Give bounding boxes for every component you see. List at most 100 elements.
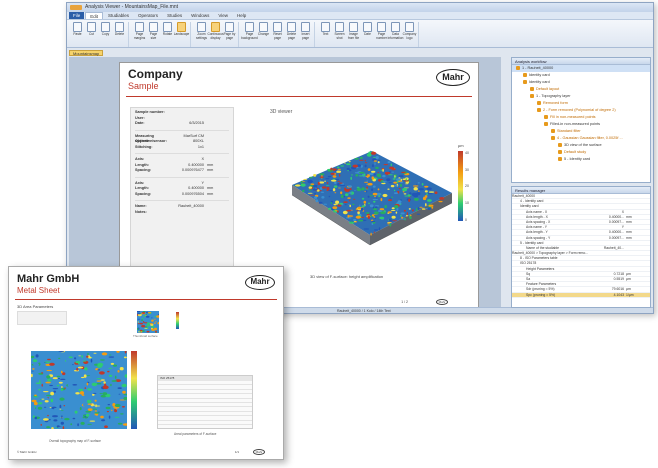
tree-item[interactable]: 3D view of the surface	[512, 142, 650, 149]
texture-blob	[35, 382, 42, 384]
menu-studies[interactable]: Studies	[163, 12, 186, 19]
texture-blob	[336, 166, 340, 169]
document-tab[interactable]: Mountainsmap	[69, 50, 104, 56]
colorbar-tick: 40	[465, 151, 469, 155]
texture-blob	[374, 162, 376, 166]
texture-blob	[377, 171, 380, 173]
texture-blob	[47, 379, 52, 382]
texture-blob	[70, 423, 73, 426]
tree-item[interactable]: 4 - Gaussian Gaussian filter, 0.0025f ..…	[512, 135, 650, 142]
image-from-file-button[interactable]: Image from file	[347, 22, 360, 47]
texture-blob	[359, 204, 361, 206]
texture-blob	[58, 381, 63, 384]
image-icon	[349, 22, 358, 32]
insert-page-button[interactable]: Insert page	[299, 22, 312, 47]
result-value: 0.00097...	[608, 219, 624, 224]
texture-blob	[387, 188, 390, 190]
company-logo-button[interactable]: Company logo	[403, 22, 416, 47]
workflow-tree[interactable]: 1 - Rauheit_40000 Identity card Identity c…	[512, 65, 650, 163]
tree-item[interactable]: 2 - Form removed (Polynomial of degree 2…	[512, 107, 650, 114]
texture-blob	[335, 178, 339, 181]
title-bar: Analysis Viewer - MountainsMap_File.mnt	[67, 3, 653, 12]
cut-button[interactable]: Cut	[85, 22, 98, 47]
texture-blob	[387, 211, 392, 214]
landscape-button[interactable]: Landscape	[174, 22, 189, 47]
texture-blob	[348, 161, 351, 163]
texture-blob	[394, 205, 399, 209]
tree-item[interactable]: Fill in non-measured points	[512, 114, 650, 121]
result-value: 4.1043	[613, 292, 624, 297]
reset-page-button[interactable]: Reset page	[271, 22, 284, 47]
texture-blob	[72, 417, 76, 420]
results-list[interactable]: Rauheit_40000 4 - Identity card Identity c…	[512, 194, 650, 298]
texture-blob	[72, 384, 78, 386]
mahr-logo: Mahr	[245, 275, 275, 290]
texture-blob	[346, 163, 351, 166]
texture-blob	[343, 201, 348, 203]
texture-blob	[422, 195, 425, 197]
texture-blob	[375, 197, 378, 199]
menu-edit[interactable]: Edit	[85, 12, 104, 19]
tree-item[interactable]: Identity card	[512, 72, 650, 79]
delete-page-button[interactable]: Delete page	[285, 22, 298, 47]
tree-item[interactable]: Filled-in non-measured points	[512, 121, 650, 128]
footer-logo: Mahr	[253, 449, 265, 455]
tree-item[interactable]: Default layout	[512, 86, 650, 93]
texture-blob	[61, 415, 63, 419]
texture-blob	[64, 417, 70, 421]
texture-blob	[338, 182, 343, 184]
tree-item-label: Identity card	[529, 73, 550, 77]
texture-blob	[99, 393, 103, 395]
tree-item[interactable]: 1 - Topography layer	[512, 93, 650, 100]
node-icon	[523, 80, 527, 84]
delete-button[interactable]: Delete	[113, 22, 126, 47]
result-row[interactable]: Spc (pruning = 5%) 4.1043 1/µm	[512, 292, 650, 298]
rotate-button[interactable]: Rotate	[161, 22, 174, 47]
parameters-table: ISO 25178	[157, 375, 253, 429]
menu-studiables[interactable]: Studiables	[104, 12, 133, 19]
paste-button[interactable]: Paste	[71, 22, 84, 47]
texture-blob	[119, 367, 124, 371]
tree-item[interactable]: Identity card	[512, 79, 650, 86]
zoom-icon	[197, 22, 206, 32]
tree-item-label: 1 - Rauheit_40000	[522, 66, 554, 70]
tree-item[interactable]: 5 - Identity card	[512, 156, 650, 163]
texture-blob	[327, 175, 332, 178]
tree-item[interactable]: Standard filter	[512, 128, 650, 135]
menu-windows[interactable]: Windows	[187, 12, 213, 19]
page-size-button[interactable]: Page size	[147, 22, 160, 47]
3d-surface-view[interactable]: µm 40 30 20 10 0	[252, 123, 472, 273]
texture-blob	[367, 195, 370, 198]
menu-view[interactable]: View	[214, 12, 232, 19]
change-button[interactable]: Change	[257, 22, 270, 47]
texture-blob	[391, 207, 395, 210]
texture-blob	[362, 176, 366, 178]
tree-item[interactable]: Removed form	[512, 100, 650, 107]
results-manager-panel[interactable]: Results manager Rauheit_40000 4 - Identit…	[511, 186, 651, 308]
texture-blob	[97, 362, 104, 367]
texture-blob	[364, 164, 367, 168]
result-value	[594, 251, 624, 255]
quick-access-toolbar[interactable]	[70, 5, 82, 10]
continuous-display-button[interactable]: Continuous display	[207, 22, 224, 47]
screen-shot-button[interactable]: Screen shot	[333, 22, 346, 47]
page-margins-button[interactable]: Page margins	[133, 22, 146, 47]
tree-item[interactable]: 1 - Rauheit_40000	[512, 65, 650, 72]
menu-file[interactable]: File	[69, 12, 85, 19]
analysis-workflow-panel[interactable]: Analysis workflow 1 - Rauheit_40000 Ident…	[511, 57, 651, 183]
zoom-settings-button[interactable]: Zoom settings	[195, 22, 208, 47]
date-button[interactable]: Date	[361, 22, 374, 47]
copy-button[interactable]: Copy	[99, 22, 112, 47]
page-by-page-button[interactable]: Page by page	[223, 22, 236, 47]
page-background-button[interactable]: Page background	[241, 22, 258, 47]
data-information-button[interactable]: Data information	[388, 22, 403, 47]
menu-help[interactable]: Help	[233, 12, 250, 19]
texture-blob	[404, 195, 409, 197]
texture-blob	[378, 227, 381, 231]
tree-item[interactable]: Default study	[512, 149, 650, 156]
texture-blob	[52, 415, 58, 418]
page-number-button[interactable]: Page number	[375, 22, 388, 47]
text-button[interactable]: Text	[319, 22, 332, 47]
texture-blob	[46, 369, 52, 372]
menu-operators[interactable]: Operators	[134, 12, 162, 19]
